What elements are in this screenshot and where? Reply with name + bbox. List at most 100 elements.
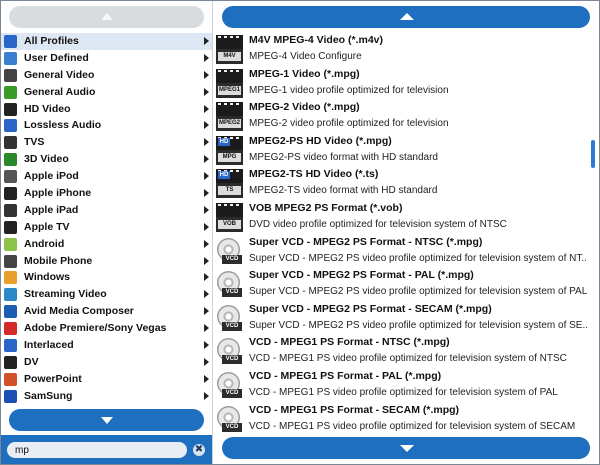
format-tag: M4V bbox=[218, 52, 241, 61]
format-tag: TS bbox=[218, 186, 241, 196]
category-item[interactable]: SamSung bbox=[1, 388, 212, 405]
format-item[interactable]: VOB VOB MPEG2 PS Format (*.vob) DVD video … bbox=[213, 201, 588, 235]
user-icon bbox=[4, 51, 17, 65]
category-item[interactable]: Windows bbox=[1, 269, 212, 286]
disc-icon: VCD bbox=[216, 405, 243, 434]
format-item[interactable]: HD MPG MPEG2-PS HD Video (*.mpg) MPEG2-PS v… bbox=[213, 134, 588, 168]
format-item[interactable]: HD TS MPEG2-TS HD Video (*.ts) MPEG2-TS vid… bbox=[213, 167, 588, 201]
chevron-right-icon bbox=[204, 374, 209, 383]
clear-search-button[interactable]: ✖ bbox=[193, 444, 205, 456]
play-icon bbox=[4, 35, 17, 48]
category-item[interactable]: Apple iPad bbox=[1, 202, 212, 219]
category-item[interactable]: Streaming Video bbox=[1, 286, 212, 303]
category-item[interactable]: User Defined bbox=[1, 50, 212, 67]
format-item[interactable]: MPEG1 MPEG-1 Video (*.mpg) MPEG-1 video pr… bbox=[213, 67, 588, 101]
category-item[interactable]: Apple iPhone bbox=[1, 185, 212, 202]
category-item[interactable]: Android bbox=[1, 236, 212, 253]
hd-film-icon: HD TS bbox=[216, 169, 243, 199]
format-description: VCD - MPEG1 PS video profile optimized f… bbox=[249, 420, 576, 432]
chevron-right-icon bbox=[204, 104, 209, 113]
category-label: 3D Video bbox=[24, 153, 69, 166]
format-item[interactable]: M4V M4V MPEG-4 Video (*.m4v) MPEG-4 Video … bbox=[213, 33, 588, 67]
format-tag: VOB bbox=[218, 219, 241, 229]
category-label: User Defined bbox=[24, 51, 89, 64]
category-item[interactable]: Adobe Premiere/Sony Vegas bbox=[1, 320, 212, 337]
category-item[interactable]: Interlaced bbox=[1, 337, 212, 354]
format-scroll-down-button[interactable] bbox=[222, 437, 590, 459]
disc-icon: VCD bbox=[216, 371, 243, 400]
disc-icon: VCD bbox=[216, 270, 243, 299]
format-description: Super VCD - MPEG2 PS video profile optim… bbox=[249, 286, 587, 298]
interlaced-icon bbox=[4, 339, 17, 353]
format-description: Super VCD - MPEG2 PS video profile optim… bbox=[249, 319, 587, 331]
ipod-icon bbox=[4, 170, 17, 184]
format-description: VCD - MPEG1 PS video profile optimized f… bbox=[249, 353, 567, 365]
format-item[interactable]: VCD VCD - MPEG1 PS Format - PAL (*.mpg) VC… bbox=[213, 369, 588, 403]
category-item[interactable]: Avid Media Composer bbox=[1, 303, 212, 320]
format-item[interactable]: VCD VCD - MPEG1 PS Format - NTSC (*.mpg) V… bbox=[213, 335, 588, 369]
disc-icon: VCD bbox=[216, 337, 243, 366]
scrollbar-thumb[interactable] bbox=[591, 140, 595, 168]
category-item[interactable]: Lossless Audio bbox=[1, 117, 212, 134]
chevron-down-icon bbox=[101, 417, 113, 424]
chevron-right-icon bbox=[204, 205, 209, 214]
format-list: M4V M4V MPEG-4 Video (*.m4v) MPEG-4 Video … bbox=[213, 33, 588, 437]
category-item[interactable]: Apple iPod bbox=[1, 168, 212, 185]
format-tag: MPEG1 bbox=[218, 85, 241, 95]
format-item[interactable]: VCD Super VCD - MPEG2 PS Format - SECAM (… bbox=[213, 302, 588, 336]
category-item[interactable]: 3D Video bbox=[1, 151, 212, 168]
category-item[interactable]: Mobile Phone bbox=[1, 253, 212, 270]
search-input[interactable] bbox=[7, 442, 187, 458]
category-item[interactable]: All Profiles bbox=[1, 33, 212, 50]
format-title: MPEG2-PS HD Video (*.mpg) bbox=[249, 134, 392, 147]
category-item[interactable]: Apple TV bbox=[1, 219, 212, 236]
format-tag: VCD bbox=[222, 355, 242, 365]
chevron-right-icon bbox=[204, 155, 209, 164]
format-item[interactable]: VCD Super VCD - MPEG2 PS Format - PAL (*.… bbox=[213, 268, 588, 302]
search-bar: ✖ bbox=[1, 435, 212, 464]
category-scroll-up-button[interactable] bbox=[9, 6, 204, 28]
category-item[interactable]: General Audio bbox=[1, 84, 212, 101]
apple-tv-icon bbox=[4, 220, 17, 234]
category-pane: All Profiles User Defined General Video Gen… bbox=[1, 1, 213, 464]
hd-icon bbox=[4, 102, 17, 116]
format-title: VOB MPEG2 PS Format (*.vob) bbox=[249, 201, 403, 214]
format-description: MPEG2-PS video format with HD standard bbox=[249, 151, 438, 163]
close-icon: ✖ bbox=[194, 444, 204, 455]
category-scroll-down-button[interactable] bbox=[9, 409, 204, 431]
format-item[interactable]: VCD VCD - MPEG1 PS Format - SECAM (*.mpg)… bbox=[213, 403, 588, 437]
format-description: MPEG-4 Video Configure bbox=[249, 51, 362, 62]
android-icon bbox=[4, 237, 17, 251]
chevron-right-icon bbox=[204, 290, 209, 299]
format-tag: VCD bbox=[222, 254, 242, 264]
format-title: MPEG-1 Video (*.mpg) bbox=[249, 67, 360, 80]
category-label: Avid Media Composer bbox=[24, 305, 134, 318]
category-item[interactable]: TVS bbox=[1, 134, 212, 151]
category-label: Apple iPod bbox=[24, 170, 79, 183]
format-title: MPEG2-TS HD Video (*.ts) bbox=[249, 168, 379, 181]
category-label: Apple iPhone bbox=[24, 187, 92, 200]
category-item[interactable]: HD Video bbox=[1, 101, 212, 118]
format-description: MPEG-2 video profile optimized for telev… bbox=[249, 118, 449, 130]
category-label: Windows bbox=[24, 271, 70, 284]
format-description: Super VCD - MPEG2 PS video profile optim… bbox=[249, 252, 587, 264]
format-scroll-up-button[interactable] bbox=[222, 6, 590, 28]
format-title: MPEG-2 Video (*.mpg) bbox=[249, 101, 360, 114]
chevron-right-icon bbox=[204, 324, 209, 333]
format-title: VCD - MPEG1 PS Format - SECAM (*.mpg) bbox=[249, 403, 460, 416]
format-scrollbar[interactable] bbox=[589, 33, 599, 437]
chevron-right-icon bbox=[204, 172, 209, 181]
category-item[interactable]: PowerPoint bbox=[1, 371, 212, 388]
format-title: M4V MPEG-4 Video (*.m4v) bbox=[249, 34, 384, 46]
category-item[interactable]: General Video bbox=[1, 67, 212, 84]
format-pane: M4V M4V MPEG-4 Video (*.m4v) MPEG-4 Video … bbox=[213, 1, 599, 464]
chevron-right-icon bbox=[204, 37, 209, 45]
format-item[interactable]: MPEG2 MPEG-2 Video (*.mpg) MPEG-2 video pr… bbox=[213, 100, 588, 134]
category-label: General Video bbox=[24, 68, 95, 81]
format-item[interactable]: VCD Super VCD - MPEG2 PS Format - NTSC (*… bbox=[213, 235, 588, 269]
format-title: VCD - MPEG1 PS Format - NTSC (*.mpg) bbox=[249, 336, 450, 349]
category-item[interactable]: DV bbox=[1, 354, 212, 371]
chevron-right-icon bbox=[204, 357, 209, 366]
globe-icon bbox=[4, 288, 17, 302]
chevron-right-icon bbox=[204, 239, 209, 248]
